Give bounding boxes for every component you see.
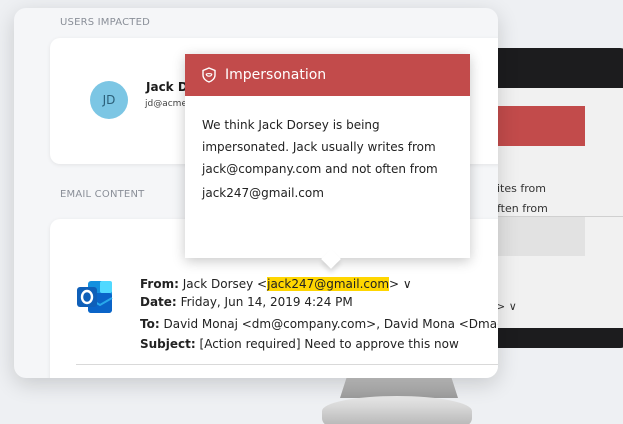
sender-address-highlight[interactable]: jack247@gmail.com bbox=[267, 277, 390, 291]
to-key: To: bbox=[140, 317, 160, 331]
user-email: jd@acme bbox=[145, 99, 187, 109]
outlook-icon bbox=[77, 281, 113, 313]
monitor-stand-base bbox=[322, 396, 472, 424]
email-to-line: To: David Monaj <dm@company.com>, David … bbox=[140, 317, 498, 331]
from-key: From: bbox=[140, 277, 179, 291]
tooltip-text-line: jack@company.com and not often from bbox=[202, 162, 438, 176]
tooltip-title: Impersonation bbox=[225, 67, 327, 83]
tooltip-text-line: impersonated. Jack usually writes from bbox=[202, 140, 436, 154]
to-value: David Monaj <dm@company.com>, David Mona… bbox=[163, 317, 498, 331]
chevron-down-icon[interactable]: > ∨ bbox=[389, 277, 412, 291]
email-date-line: Date: Friday, Jun 14, 2019 4:24 PM bbox=[140, 295, 353, 309]
date-key: Date: bbox=[140, 295, 177, 309]
background-text-line: ften from bbox=[497, 202, 548, 215]
monitor-stand-neck bbox=[340, 376, 458, 398]
email-from-line: From: Jack Dorsey <jack247@gmail.com> ∨ bbox=[140, 277, 412, 291]
shield-icon bbox=[202, 67, 216, 83]
subject-value: [Action required] Need to approve this n… bbox=[199, 337, 459, 351]
background-text-line: ites from bbox=[497, 182, 546, 195]
tooltip-text-line: We think Jack Dorsey is being bbox=[202, 118, 380, 132]
users-impacted-label: USERS IMPACTED bbox=[60, 17, 151, 28]
tooltip-text-line: jack247@gmail.com bbox=[202, 186, 324, 200]
tooltip-header: Impersonation bbox=[185, 54, 470, 96]
email-subject-line: Subject: [Action required] Need to appro… bbox=[140, 337, 459, 351]
email-divider bbox=[76, 364, 498, 365]
background-from-after: > ∨ bbox=[495, 300, 517, 313]
date-value: Friday, Jun 14, 2019 4:24 PM bbox=[180, 295, 353, 309]
email-content-label: EMAIL CONTENT bbox=[60, 189, 145, 200]
subject-key: Subject: bbox=[140, 337, 196, 351]
avatar: JD bbox=[90, 81, 128, 119]
from-name: Jack Dorsey < bbox=[182, 277, 268, 291]
impersonation-tooltip: Impersonation We think Jack Dorsey is be… bbox=[185, 54, 470, 258]
